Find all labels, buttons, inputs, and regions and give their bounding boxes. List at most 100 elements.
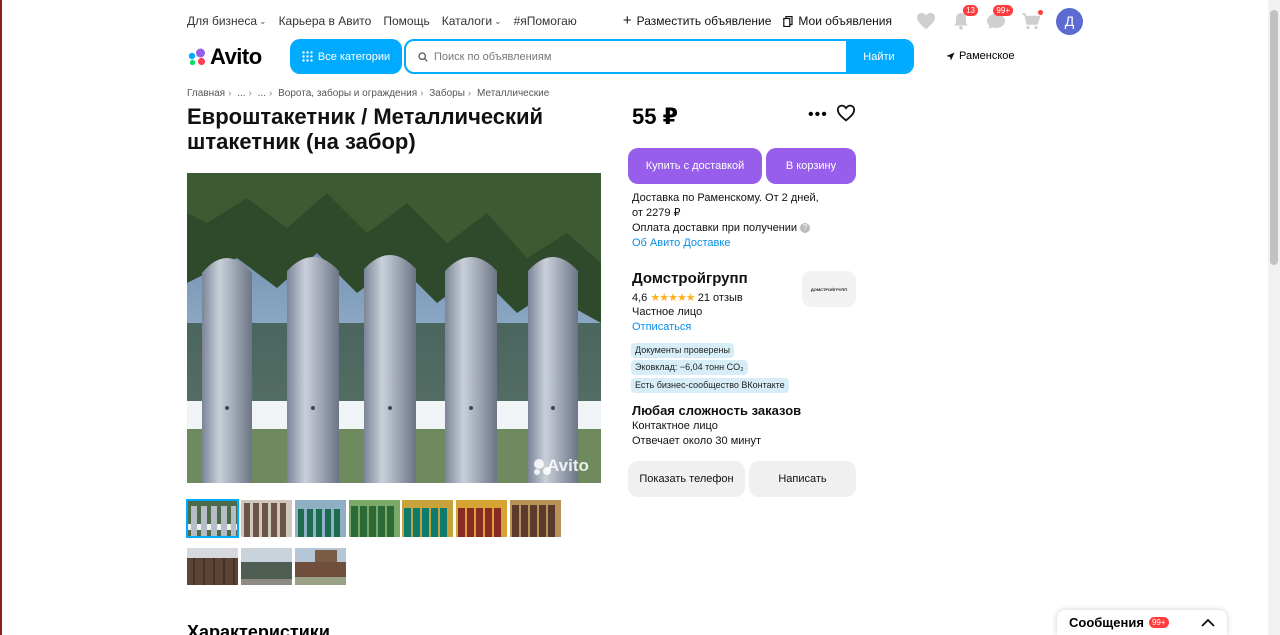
search-submit-button[interactable]: Найти <box>846 41 912 72</box>
photo-thumbnail[interactable] <box>295 548 346 585</box>
more-options-icon[interactable]: ••• <box>808 106 828 124</box>
messages-panel[interactable]: Сообщения 99+ <box>1057 610 1227 635</box>
photo-thumbnail[interactable] <box>187 548 238 585</box>
breadcrumb: Главная › ... › ... › Ворота, заборы и огра… <box>187 88 550 99</box>
contact-heading: Любая сложность заказов <box>632 403 802 418</box>
photo-watermark: Avito <box>547 456 589 475</box>
nav-link-ya-pomogayu[interactable]: #яПомогаю <box>514 14 577 28</box>
nav-link-business[interactable]: Для бизнеса ⌄ <box>187 14 267 28</box>
add-to-cart-button[interactable]: В корзину <box>766 148 856 184</box>
breadcrumb-item[interactable]: Металлические <box>477 88 549 99</box>
breadcrumb-item[interactable]: ... <box>237 88 245 99</box>
chevron-down-icon: ⌄ <box>494 15 502 26</box>
nav-link-label: Помощь <box>383 14 430 28</box>
delivery-line: от 2279 ₽ <box>632 207 681 219</box>
photo-thumbnail[interactable] <box>295 500 346 537</box>
heart-icon <box>917 12 935 30</box>
show-phone-button[interactable]: Показать телефон <box>628 461 745 497</box>
breadcrumb-item[interactable]: Ворота, заборы и ограждения <box>278 88 417 99</box>
search-icon <box>418 51 428 62</box>
nav-link-label: Каталоги <box>441 14 493 28</box>
main-photo[interactable]: Avito <box>187 173 601 483</box>
notifications-badge: 13 <box>963 5 978 16</box>
notifications-button[interactable]: 13 <box>948 5 978 32</box>
documents-icon <box>783 15 794 27</box>
window-edge <box>0 0 2 635</box>
price: 55 ₽ <box>632 104 678 129</box>
messages-panel-label: Сообщения <box>1069 615 1144 630</box>
user-actions: + Разместить объявление Мои объявления 1… <box>622 5 1083 35</box>
location-label: Раменское <box>959 50 1015 62</box>
categories-label: Все категории <box>317 50 391 63</box>
page-title: Евроштакетник / Металлический штакетник … <box>187 104 544 154</box>
delivery-payment: Оплата доставки при получении ? <box>632 221 832 236</box>
seller-logo[interactable]: ДОМСТРОЙГРУПП <box>802 271 856 307</box>
avito-logo-dots-icon <box>188 48 206 66</box>
breadcrumb-item[interactable]: Главная <box>187 88 225 99</box>
messages-button[interactable]: 99+ <box>983 5 1013 32</box>
location-selector[interactable]: Раменское <box>946 50 1015 62</box>
buy-with-delivery-button[interactable]: Купить с доставкой <box>628 148 762 184</box>
post-ad-link[interactable]: + Разместить объявление <box>622 12 772 29</box>
heart-outline-icon <box>836 104 856 122</box>
photo-thumbnail[interactable] <box>241 500 292 537</box>
all-categories-button[interactable]: Все категории <box>290 39 402 74</box>
breadcrumb-item[interactable]: ... <box>258 88 266 99</box>
nav-link-career[interactable]: Карьера в Авито <box>279 14 372 28</box>
breadcrumb-item[interactable]: Заборы <box>429 88 465 99</box>
page-scrollbar[interactable] <box>1268 0 1280 635</box>
add-to-favorites-button[interactable] <box>836 104 856 127</box>
nav-link-help[interactable]: Помощь <box>383 14 429 28</box>
search-bar: Поиск по объявлениям Найти <box>404 39 914 74</box>
plus-icon: + <box>622 12 632 29</box>
delivery-info: Доставка по Раменскому. От 2 дней, от 22… <box>632 191 832 251</box>
logo-text: Avito <box>210 44 262 69</box>
top-navigation: Для бизнеса ⌄ Карьера в Авито Помощь Ката… <box>187 5 1083 35</box>
fence-photo-image <box>187 173 601 483</box>
photo-thumbnail[interactable] <box>402 500 453 537</box>
avito-logo[interactable]: Avito <box>187 44 262 70</box>
seller-logo-text: ДОМСТРОЙГРУПП <box>810 286 848 292</box>
avatar[interactable]: Д <box>1056 7 1083 35</box>
delivery-payment-text: Оплата доставки при получении <box>632 222 798 234</box>
grid-dots-icon <box>302 51 313 62</box>
my-ads-link[interactable]: Мои объявления <box>783 14 892 28</box>
nav-link-label: #яПомогаю <box>513 14 577 28</box>
contact-person: Контактное лицо <box>632 420 718 432</box>
cart-dot <box>1038 10 1043 15</box>
search-placeholder: Поиск по объявлениям <box>434 50 552 63</box>
messages-badge: 99+ <box>993 5 1013 16</box>
photo-thumbnail[interactable] <box>456 500 507 537</box>
badge-documents-verified[interactable]: Документы проверены <box>631 343 734 358</box>
scrollbar-thumb[interactable] <box>1270 10 1278 265</box>
badge-eco-contribution[interactable]: Эковклад: −6,04 тонн CO₂ <box>631 360 748 375</box>
chevron-up-icon[interactable] <box>1201 618 1215 627</box>
seller-contact-info: Любая сложность заказов Контактное лицо … <box>632 403 801 449</box>
photo-thumbnail[interactable] <box>241 548 292 585</box>
search-input[interactable]: Поиск по объявлениям <box>406 41 846 72</box>
question-icon[interactable]: ? <box>800 223 811 234</box>
post-ad-label: Разместить объявление <box>636 14 772 28</box>
delivery-info-link[interactable]: Об Авито Доставке <box>632 236 832 251</box>
characteristics-heading: Характеристики <box>187 622 330 635</box>
badge-vk-community[interactable]: Есть бизнес-сообщество ВКонтакте <box>631 378 789 393</box>
nav-link-catalogs[interactable]: Каталоги ⌄ <box>442 14 502 28</box>
response-time: Отвечает около 30 минут <box>632 435 762 447</box>
nav-link-label: Карьера в Авито <box>278 14 372 28</box>
favorites-button[interactable] <box>913 10 939 32</box>
cart-button[interactable] <box>1018 10 1044 32</box>
seller-type: Частное лицо <box>632 306 703 318</box>
photo-thumbnail[interactable] <box>186 499 239 538</box>
my-ads-label: Мои объявления <box>798 14 892 28</box>
unsubscribe-link[interactable]: Отписаться <box>632 320 856 335</box>
location-arrow-icon <box>946 51 955 61</box>
delivery-line: Доставка по Раменскому. От 2 дней, <box>632 192 819 204</box>
reviews-link[interactable]: 21 отзыв <box>698 292 743 304</box>
photo-thumbnail[interactable] <box>510 500 561 537</box>
photo-thumbnail[interactable] <box>349 500 400 537</box>
messages-panel-badge: 99+ <box>1148 617 1169 628</box>
cart-icon <box>1022 13 1041 30</box>
chevron-down-icon: ⌄ <box>259 15 267 26</box>
star-rating-icon: ★★★★★ <box>650 291 695 304</box>
write-message-button[interactable]: Написать <box>749 461 856 497</box>
